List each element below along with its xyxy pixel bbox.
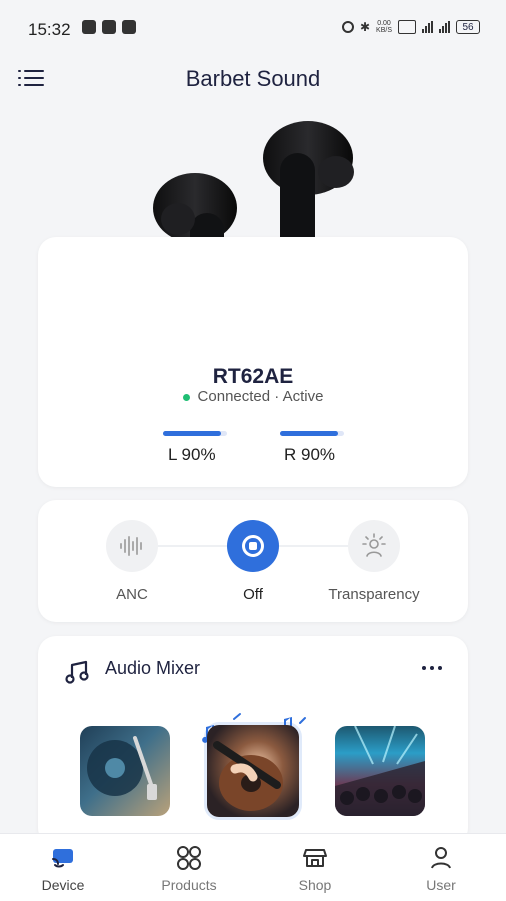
right-battery-bar (280, 431, 344, 436)
left-battery-label: L 90% (168, 445, 216, 464)
right-battery-label: R 90% (284, 445, 336, 464)
vinyl-graphic (87, 736, 157, 800)
status-time: 15:32 (28, 20, 71, 39)
stop-icon (242, 535, 264, 557)
concert-graphic (335, 726, 425, 816)
cloud-icon (82, 20, 96, 34)
bottom-navigation: Device Products Shop User (0, 833, 506, 901)
guitar-graphic (213, 741, 283, 811)
waveform-icon (120, 536, 142, 556)
nav-device[interactable]: Device (0, 834, 126, 901)
device-name: RT62AE (212, 365, 294, 388)
status-dot (182, 393, 190, 401)
anc-label: ANC (116, 586, 148, 603)
vinyl-image[interactable] (80, 726, 170, 816)
anc-card: ANC Off Transparency (38, 500, 468, 622)
guitar-image[interactable] (207, 725, 299, 817)
anc-button[interactable] (106, 520, 158, 572)
transparency-button[interactable] (348, 520, 400, 572)
nav-shop[interactable]: Shop (252, 834, 378, 901)
nav-user-label: User (426, 877, 456, 893)
off-button[interactable] (227, 520, 279, 572)
battery-icon: 56 (456, 20, 480, 34)
bluetooth-icon: ✱ (359, 20, 371, 34)
nav-shop-label: Shop (298, 877, 332, 893)
status-right-icons: ✱ 0.00 KB/S 56 (341, 20, 480, 34)
connection-status: Connected · Active (38, 388, 468, 405)
mail-icon (102, 20, 116, 34)
nav-products-label: Products (161, 877, 217, 893)
products-icon (177, 846, 201, 870)
transparency-icon (362, 533, 386, 557)
shop-icon (303, 849, 327, 867)
left-battery-fill (163, 431, 221, 436)
audio-mixer-title: Audio Mixer (105, 658, 201, 678)
nav-device-label: Device (41, 877, 85, 893)
app-bar: Barbet Sound (0, 56, 506, 104)
transparency-label: Transparency (328, 586, 420, 603)
status-left-icons (82, 20, 136, 34)
net-speed: 0.00 KB/S (376, 20, 392, 34)
music-icon (65, 660, 89, 684)
page-title: Barbet Sound (185, 66, 321, 91)
connection-text: Connected · Active (197, 388, 324, 405)
device-card: RT62AE Connected · Active L 90% R 90% (38, 237, 468, 487)
signal-icon-2 (439, 21, 450, 33)
signal-icon-1 (422, 21, 433, 33)
hd-icon (398, 20, 416, 34)
right-battery-fill (280, 431, 338, 436)
more-icon[interactable] (422, 666, 442, 670)
left-battery-bar (163, 431, 227, 436)
nav-user[interactable]: User (378, 834, 504, 901)
off-label: Off (243, 586, 263, 603)
concert-image[interactable] (335, 726, 425, 816)
chat-icon (122, 20, 136, 34)
user-icon (431, 847, 451, 869)
audio-mixer-card: Audio Mixer (38, 636, 468, 846)
alarm-icon (341, 21, 354, 33)
status-bar: 15:32 ✱ 0.00 KB/S 56 (0, 0, 506, 56)
nav-products[interactable]: Products (126, 834, 252, 901)
device-icon (52, 849, 73, 868)
